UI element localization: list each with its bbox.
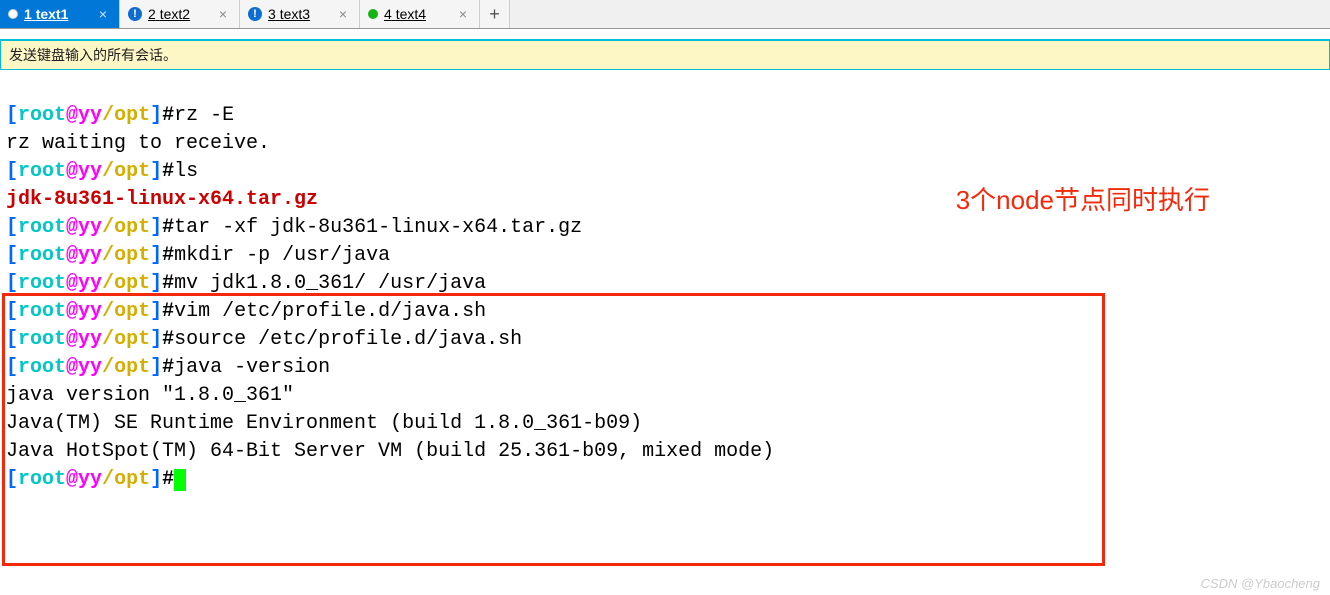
cmd: rz -E — [174, 104, 234, 127]
cursor-icon — [174, 469, 186, 491]
alert-icon: ! — [248, 7, 262, 21]
active-dot-icon — [8, 9, 18, 19]
prompt-host: yy — [78, 356, 102, 379]
prompt-host: yy — [78, 300, 102, 323]
bracket: ] — [150, 216, 162, 239]
tab-label: 2 text2 — [148, 6, 190, 22]
prompt-at: @ — [66, 272, 78, 295]
prompt-host: yy — [78, 160, 102, 183]
prompt-user: root — [18, 468, 66, 491]
bracket: [ — [6, 160, 18, 183]
output-line: Java(TM) SE Runtime Environment (build 1… — [6, 412, 642, 435]
prompt-at: @ — [66, 216, 78, 239]
prompt-at: @ — [66, 356, 78, 379]
close-icon[interactable]: × — [455, 6, 471, 22]
prompt-path: /opt — [102, 244, 150, 267]
cmd: vim /etc/profile.d/java.sh — [174, 300, 486, 323]
prompt-at: @ — [66, 104, 78, 127]
cmd: mv jdk1.8.0_361/ /usr/java — [174, 272, 486, 295]
tab-3[interactable]: ! 3 text3 × — [240, 0, 360, 28]
prompt-host: yy — [78, 244, 102, 267]
prompt-host: yy — [78, 216, 102, 239]
prompt-hash: # — [162, 328, 174, 351]
tab-label: 3 text3 — [268, 6, 310, 22]
watermark: CSDN @Ybaocheng — [1201, 576, 1320, 591]
info-bar: 发送键盘输入的所有会话。 — [0, 39, 1330, 70]
tab-label: 4 text4 — [384, 6, 426, 22]
prompt-at: @ — [66, 244, 78, 267]
prompt-user: root — [18, 328, 66, 351]
prompt-host: yy — [78, 104, 102, 127]
prompt-user: root — [18, 216, 66, 239]
bracket: ] — [150, 160, 162, 183]
cmd: tar -xf jdk-8u361-linux-x64.tar.gz — [174, 216, 582, 239]
prompt-user: root — [18, 356, 66, 379]
file-listing: jdk-8u361-linux-x64.tar.gz — [6, 188, 318, 211]
bracket: ] — [150, 468, 162, 491]
output-line: rz waiting to receive. — [6, 132, 270, 155]
prompt-path: /opt — [102, 216, 150, 239]
bracket: [ — [6, 356, 18, 379]
prompt-path: /opt — [102, 356, 150, 379]
tabs-bar: 1 text1 × ! 2 text2 × ! 3 text3 × 4 text… — [0, 0, 1330, 29]
cmd: source /etc/profile.d/java.sh — [174, 328, 522, 351]
prompt-path: /opt — [102, 160, 150, 183]
bracket: ] — [150, 272, 162, 295]
output-line: java version "1.8.0_361" — [6, 384, 294, 407]
prompt-user: root — [18, 104, 66, 127]
bracket: ] — [150, 356, 162, 379]
terminal-output[interactable]: [root@yy/opt]#rz -E rz waiting to receiv… — [0, 70, 1330, 498]
bracket: [ — [6, 328, 18, 351]
green-dot-icon — [368, 9, 378, 19]
prompt-hash: # — [162, 216, 174, 239]
prompt-at: @ — [66, 300, 78, 323]
bracket: ] — [150, 244, 162, 267]
tab-1[interactable]: 1 text1 × — [0, 0, 120, 28]
close-icon[interactable]: × — [215, 6, 231, 22]
bracket: ] — [150, 104, 162, 127]
bracket: [ — [6, 272, 18, 295]
cmd: mkdir -p /usr/java — [174, 244, 390, 267]
prompt-user: root — [18, 244, 66, 267]
prompt-path: /opt — [102, 468, 150, 491]
prompt-hash: # — [162, 272, 174, 295]
tab-label: 1 text1 — [24, 6, 68, 22]
prompt-path: /opt — [102, 328, 150, 351]
prompt-user: root — [18, 160, 66, 183]
prompt-user: root — [18, 300, 66, 323]
prompt-at: @ — [66, 468, 78, 491]
tab-add-button[interactable]: + — [480, 0, 510, 28]
prompt-user: root — [18, 272, 66, 295]
bracket: [ — [6, 468, 18, 491]
cmd: ls — [174, 160, 198, 183]
close-icon[interactable]: × — [335, 6, 351, 22]
alert-icon: ! — [128, 7, 142, 21]
bracket: [ — [6, 216, 18, 239]
prompt-path: /opt — [102, 300, 150, 323]
bracket: [ — [6, 104, 18, 127]
prompt-hash: # — [162, 160, 174, 183]
bracket: ] — [150, 328, 162, 351]
cmd: java -version — [174, 356, 330, 379]
prompt-host: yy — [78, 272, 102, 295]
prompt-host: yy — [78, 328, 102, 351]
prompt-at: @ — [66, 160, 78, 183]
tab-2[interactable]: ! 2 text2 × — [120, 0, 240, 28]
annotation-text: 3个node节点同时执行 — [956, 180, 1210, 217]
prompt-hash: # — [162, 104, 174, 127]
prompt-hash: # — [162, 468, 174, 491]
bracket: [ — [6, 300, 18, 323]
prompt-path: /opt — [102, 272, 150, 295]
prompt-hash: # — [162, 356, 174, 379]
bracket: [ — [6, 244, 18, 267]
prompt-path: /opt — [102, 104, 150, 127]
bracket: ] — [150, 300, 162, 323]
prompt-hash: # — [162, 300, 174, 323]
prompt-hash: # — [162, 244, 174, 267]
prompt-at: @ — [66, 328, 78, 351]
prompt-host: yy — [78, 468, 102, 491]
tab-4[interactable]: 4 text4 × — [360, 0, 480, 28]
close-icon[interactable]: × — [95, 6, 111, 22]
output-line: Java HotSpot(TM) 64-Bit Server VM (build… — [6, 440, 774, 463]
